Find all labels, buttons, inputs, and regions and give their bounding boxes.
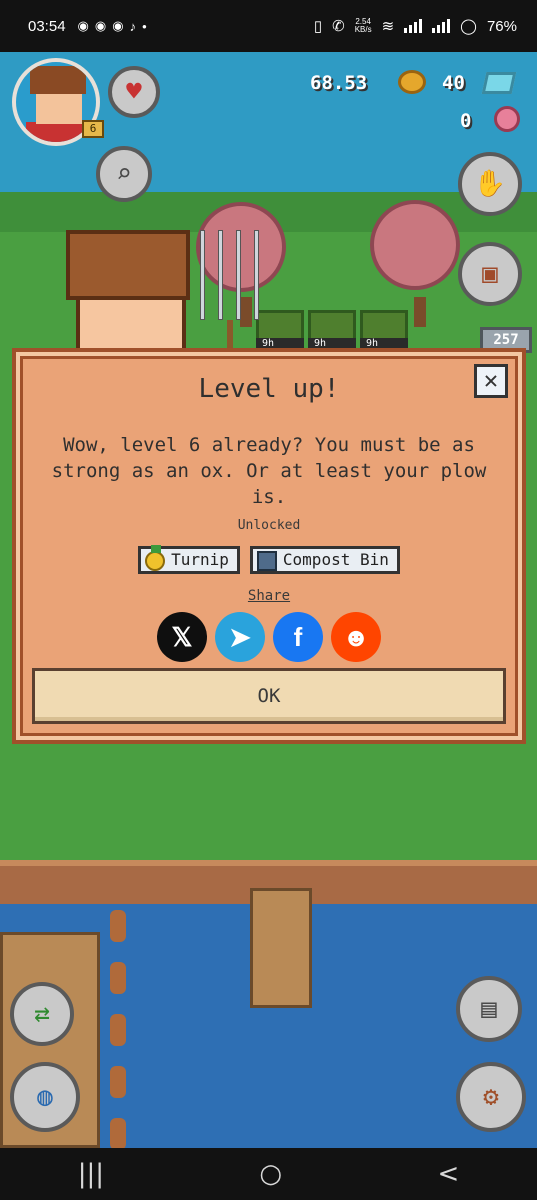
swap-icon[interactable]: ⇄ (10, 982, 74, 1046)
facebook-logo-icon: f (293, 621, 303, 652)
share-facebook-button[interactable]: f (273, 612, 323, 662)
farmer-hair (66, 230, 190, 300)
system-nav-bar: ||| ○ < (0, 1148, 537, 1200)
coin-count: 68.53 (310, 72, 368, 94)
toolbox-icon[interactable]: ▣ (458, 242, 522, 306)
flower-icon (494, 106, 520, 132)
tiktok-icon: ♪ (129, 18, 137, 34)
glove-icon[interactable]: ✋ (458, 152, 522, 216)
status-bar: 03:54 ◉ ◉ ◉ ♪ • ▯ ✆ 2.54 KB/s ≋ ◯ 76% (0, 0, 537, 52)
close-button[interactable]: ✕ (474, 364, 508, 398)
dock-post (110, 1066, 126, 1098)
globe-icon[interactable]: ◍ (10, 1062, 80, 1132)
dot-icon: • (142, 18, 147, 34)
unlock-list: Turnip Compost Bin (16, 545, 522, 574)
vibrate-icon: ▯ (313, 18, 323, 35)
dock-post (110, 962, 126, 994)
gem-count: 40 (442, 72, 465, 94)
discord-icon: ◉ (77, 18, 89, 33)
discord-icon: ◉ (112, 18, 124, 33)
dock-post (110, 1014, 126, 1046)
x-logo-icon: 𝕏 (171, 621, 193, 652)
dock-post (110, 1118, 126, 1148)
share-label[interactable]: Share (16, 588, 522, 604)
net-speed-unit: KB/s (354, 25, 372, 34)
player-level-badge: 6 (82, 120, 104, 138)
notification-icons: ◉ ◉ ◉ ♪ • (78, 18, 147, 34)
telegram-logo-icon: ➤ (229, 621, 251, 652)
unlocked-label: Unlocked (237, 518, 301, 533)
share-reddit-button[interactable]: ☻ (331, 612, 381, 662)
compost-bin-icon (256, 551, 277, 571)
discord-icon: ◉ (94, 18, 107, 33)
back-button[interactable]: < (437, 1159, 459, 1189)
clock: 03:54 (28, 17, 66, 35)
tree[interactable] (370, 200, 460, 290)
reddit-logo-icon: ☻ (342, 621, 370, 652)
home-button[interactable]: ○ (259, 1159, 282, 1189)
turnip-icon (145, 545, 166, 571)
dock-post (110, 910, 126, 942)
unlock-chip-label: Compost Bin (282, 550, 389, 569)
unlock-chip-turnip[interactable]: Turnip (138, 545, 240, 574)
signal-icon-2 (432, 19, 451, 33)
wifi-call-icon: ✆ (332, 18, 345, 35)
unlock-chip-label: Turnip (171, 550, 229, 569)
coin-icon (398, 70, 426, 94)
tree-trunk (414, 297, 426, 327)
ok-button[interactable]: OK (32, 668, 506, 724)
share-telegram-button[interactable]: ➤ (215, 612, 265, 662)
gem-icon[interactable] (481, 72, 517, 94)
share-buttons: 𝕏 ➤ f ☻ (16, 612, 522, 662)
dock-pier[interactable] (250, 888, 312, 1008)
unlock-chip-compost-bin[interactable]: Compost Bin (249, 546, 400, 574)
dialog-message: Wow, level 6 already? You must be as str… (51, 434, 487, 508)
level-up-dialog: Level up! ✕ Wow, level 6 already? You mu… (12, 348, 526, 744)
battery-level: 76% (486, 17, 517, 35)
magnifier-icon[interactable]: ⌕ (96, 146, 152, 202)
recent-apps-button[interactable]: ||| (78, 1159, 104, 1189)
signal-icon (404, 19, 423, 33)
wifi-icon: ≋ (381, 18, 395, 35)
flower-count: 0 (460, 110, 472, 132)
battery-icon: ◯ (460, 18, 477, 35)
dialog-title: Level up! (198, 374, 340, 404)
share-x-button[interactable]: 𝕏 (157, 612, 207, 662)
heart-icon[interactable]: ♥ (108, 66, 160, 118)
gear-icon[interactable]: ⚙ (456, 1062, 526, 1132)
net-speed: 2.54 KB/s (355, 18, 372, 34)
save-icon[interactable]: ▤ (456, 976, 522, 1042)
